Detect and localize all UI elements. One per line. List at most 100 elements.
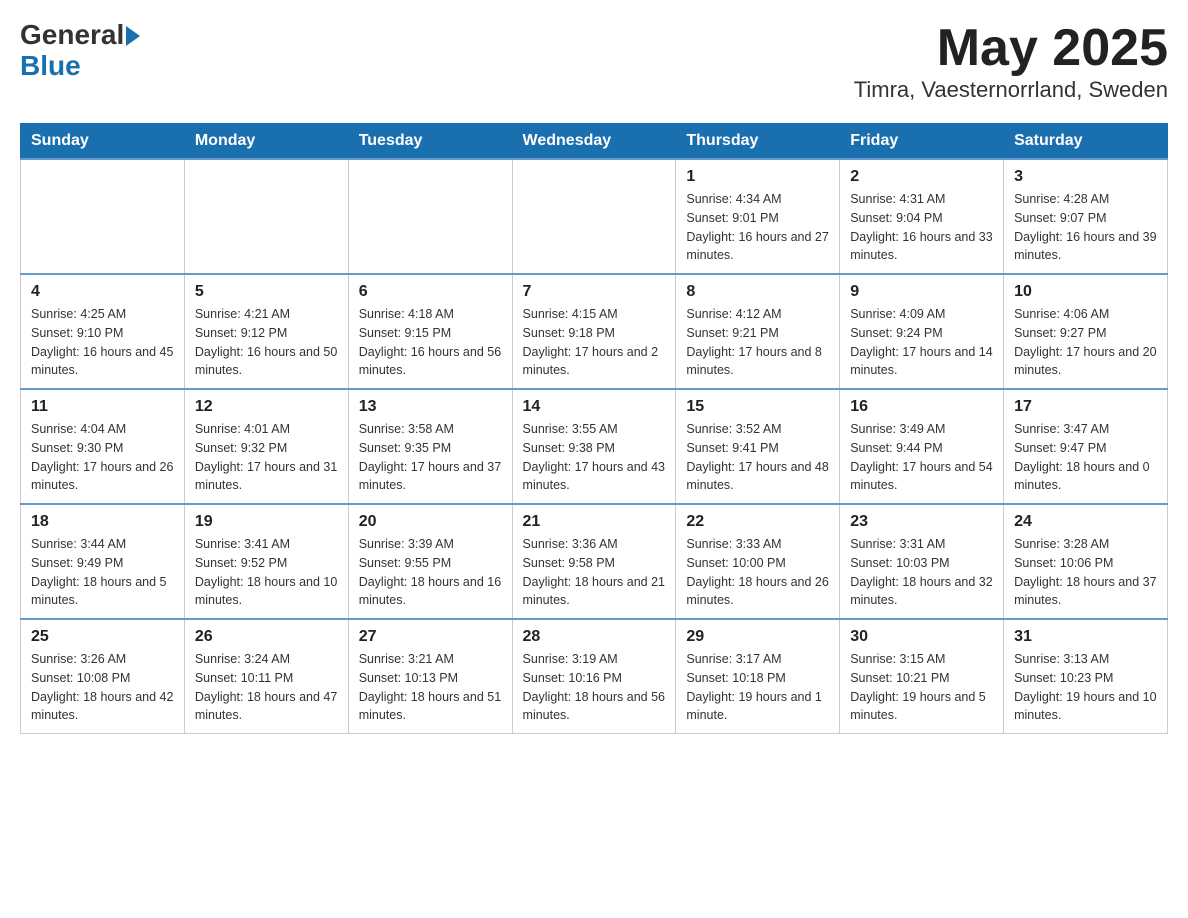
day-info: Sunrise: 4:31 AMSunset: 9:04 PMDaylight:… [850,190,993,265]
calendar-cell-2-2: 5 Sunrise: 4:21 AMSunset: 9:12 PMDaylight… [184,274,348,389]
day-info: Sunrise: 4:09 AMSunset: 9:24 PMDaylight:… [850,305,993,380]
day-number: 21 [523,513,666,531]
day-header-friday: Friday [840,124,1004,160]
calendar-cell-1-6: 2 Sunrise: 4:31 AMSunset: 9:04 PMDaylight… [840,159,1004,274]
calendar-cell-3-4: 14Sunrise: 3:55 AMSunset: 9:38 PMDayligh… [512,389,676,504]
logo-general-text: General [20,20,124,51]
day-header-monday: Monday [184,124,348,160]
calendar-cell-4-1: 18Sunrise: 3:44 AMSunset: 9:49 PMDayligh… [21,504,185,619]
calendar-cell-5-6: 30 Sunrise: 3:15 AMSunset: 10:21 PMDaylig… [840,619,1004,734]
day-number: 5 [195,283,338,301]
day-number: 26 [195,628,338,646]
day-info: Sunrise: 4:21 AMSunset: 9:12 PMDaylight:… [195,305,338,380]
calendar-cell-1-5: 1Sunrise: 4:34 AMSunset: 9:01 PMDaylight… [676,159,840,274]
calendar-cell-3-6: 16 Sunrise: 3:49 AMSunset: 9:44 PMDayligh… [840,389,1004,504]
day-info: Sunrise: 3:41 AMSunset: 9:52 PMDaylight:… [195,535,338,610]
calendar-cell-4-3: 20 Sunrise: 3:39 AMSunset: 9:55 PMDayligh… [348,504,512,619]
calendar-header-row: SundayMondayTuesdayWednesdayThursdayFrid… [21,124,1168,160]
day-info: Sunrise: 4:25 AMSunset: 9:10 PMDaylight:… [31,305,174,380]
calendar-cell-5-5: 29 Sunrise: 3:17 AMSunset: 10:18 PMDaylig… [676,619,840,734]
day-number: 30 [850,628,993,646]
day-info: Sunrise: 3:39 AMSunset: 9:55 PMDaylight:… [359,535,502,610]
calendar-week-3: 11 Sunrise: 4:04 AMSunset: 9:30 PMDayligh… [21,389,1168,504]
calendar-title: May 2025 [854,20,1168,77]
day-number: 17 [1014,398,1157,416]
calendar-cell-5-7: 31 Sunrise: 3:13 AMSunset: 10:23 PMDaylig… [1004,619,1168,734]
calendar-cell-1-2 [184,159,348,274]
day-info: Sunrise: 3:19 AMSunset: 10:16 PMDaylight… [523,650,666,725]
day-header-wednesday: Wednesday [512,124,676,160]
day-number: 2 [850,168,993,186]
day-number: 3 [1014,168,1157,186]
calendar-cell-5-3: 27 Sunrise: 3:21 AMSunset: 10:13 PMDaylig… [348,619,512,734]
day-header-thursday: Thursday [676,124,840,160]
day-info: Sunrise: 3:15 AMSunset: 10:21 PMDaylight… [850,650,993,725]
day-number: 14 [523,398,666,416]
calendar-table: SundayMondayTuesdayWednesdayThursdayFrid… [20,123,1168,734]
calendar-cell-1-3 [348,159,512,274]
calendar-week-1: 1Sunrise: 4:34 AMSunset: 9:01 PMDaylight… [21,159,1168,274]
day-info: Sunrise: 3:58 AMSunset: 9:35 PMDaylight:… [359,420,502,495]
day-info: Sunrise: 4:15 AMSunset: 9:18 PMDaylight:… [523,305,666,380]
day-number: 31 [1014,628,1157,646]
day-number: 20 [359,513,502,531]
calendar-cell-4-5: 22Sunrise: 3:33 AMSunset: 10:00 PMDaylig… [676,504,840,619]
day-info: Sunrise: 4:28 AMSunset: 9:07 PMDaylight:… [1014,190,1157,265]
day-number: 11 [31,398,174,416]
day-info: Sunrise: 3:31 AMSunset: 10:03 PMDaylight… [850,535,993,610]
calendar-week-5: 25 Sunrise: 3:26 AMSunset: 10:08 PMDaylig… [21,619,1168,734]
calendar-cell-1-1 [21,159,185,274]
day-info: Sunrise: 3:52 AMSunset: 9:41 PMDaylight:… [686,420,829,495]
calendar-cell-1-4 [512,159,676,274]
day-number: 4 [31,283,174,301]
logo-blue-text: Blue [20,51,140,82]
day-number: 12 [195,398,338,416]
day-info: Sunrise: 3:17 AMSunset: 10:18 PMDaylight… [686,650,829,725]
day-number: 7 [523,283,666,301]
day-info: Sunrise: 3:26 AMSunset: 10:08 PMDaylight… [31,650,174,725]
day-number: 1 [686,168,829,186]
day-info: Sunrise: 3:24 AMSunset: 10:11 PMDaylight… [195,650,338,725]
day-number: 24 [1014,513,1157,531]
day-info: Sunrise: 4:01 AMSunset: 9:32 PMDaylight:… [195,420,338,495]
day-info: Sunrise: 3:13 AMSunset: 10:23 PMDaylight… [1014,650,1157,725]
title-block: May 2025 Timra, Vaesternorrland, Sweden [854,20,1168,103]
day-info: Sunrise: 3:33 AMSunset: 10:00 PMDaylight… [686,535,829,610]
day-number: 9 [850,283,993,301]
calendar-subtitle: Timra, Vaesternorrland, Sweden [854,77,1168,103]
day-number: 27 [359,628,502,646]
calendar-week-2: 4 Sunrise: 4:25 AMSunset: 9:10 PMDaylight… [21,274,1168,389]
day-number: 16 [850,398,993,416]
day-info: Sunrise: 4:04 AMSunset: 9:30 PMDaylight:… [31,420,174,495]
day-number: 15 [686,398,829,416]
day-number: 29 [686,628,829,646]
day-info: Sunrise: 3:44 AMSunset: 9:49 PMDaylight:… [31,535,174,610]
calendar-cell-3-7: 17Sunrise: 3:47 AMSunset: 9:47 PMDayligh… [1004,389,1168,504]
logo: General Blue [20,20,140,82]
calendar-cell-4-2: 19Sunrise: 3:41 AMSunset: 9:52 PMDayligh… [184,504,348,619]
calendar-cell-2-6: 9 Sunrise: 4:09 AMSunset: 9:24 PMDaylight… [840,274,1004,389]
calendar-cell-4-6: 23 Sunrise: 3:31 AMSunset: 10:03 PMDaylig… [840,504,1004,619]
calendar-cell-2-1: 4 Sunrise: 4:25 AMSunset: 9:10 PMDaylight… [21,274,185,389]
day-number: 13 [359,398,502,416]
calendar-cell-5-4: 28 Sunrise: 3:19 AMSunset: 10:16 PMDaylig… [512,619,676,734]
day-number: 6 [359,283,502,301]
calendar-cell-1-7: 3 Sunrise: 4:28 AMSunset: 9:07 PMDaylight… [1004,159,1168,274]
day-info: Sunrise: 4:06 AMSunset: 9:27 PMDaylight:… [1014,305,1157,380]
calendar-cell-5-1: 25 Sunrise: 3:26 AMSunset: 10:08 PMDaylig… [21,619,185,734]
day-number: 10 [1014,283,1157,301]
day-info: Sunrise: 3:49 AMSunset: 9:44 PMDaylight:… [850,420,993,495]
calendar-cell-4-4: 21 Sunrise: 3:36 AMSunset: 9:58 PMDayligh… [512,504,676,619]
day-number: 25 [31,628,174,646]
calendar-cell-3-5: 15 Sunrise: 3:52 AMSunset: 9:41 PMDayligh… [676,389,840,504]
calendar-cell-3-3: 13 Sunrise: 3:58 AMSunset: 9:35 PMDayligh… [348,389,512,504]
day-number: 8 [686,283,829,301]
day-info: Sunrise: 3:21 AMSunset: 10:13 PMDaylight… [359,650,502,725]
day-number: 28 [523,628,666,646]
calendar-cell-2-4: 7 Sunrise: 4:15 AMSunset: 9:18 PMDaylight… [512,274,676,389]
day-info: Sunrise: 4:12 AMSunset: 9:21 PMDaylight:… [686,305,829,380]
calendar-cell-2-7: 10 Sunrise: 4:06 AMSunset: 9:27 PMDayligh… [1004,274,1168,389]
day-number: 23 [850,513,993,531]
day-header-tuesday: Tuesday [348,124,512,160]
day-info: Sunrise: 3:36 AMSunset: 9:58 PMDaylight:… [523,535,666,610]
